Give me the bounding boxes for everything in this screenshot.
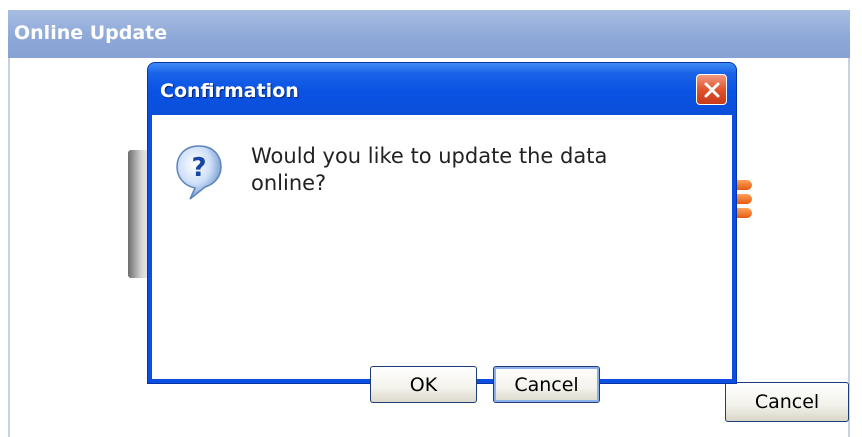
dialog-message: Would you like to update the data online… <box>251 144 608 195</box>
background-cancel-button[interactable]: Cancel <box>725 382 849 422</box>
svg-text:?: ? <box>191 153 206 183</box>
confirmation-dialog: Confirmation ? Would you like to update … <box>147 62 737 403</box>
window-border-right <box>848 58 850 437</box>
close-x-glyph <box>704 82 719 97</box>
dialog-body: ? Would you like to update the data onli… <box>152 115 732 403</box>
close-icon[interactable] <box>696 74 727 105</box>
window-border-left <box>8 58 10 437</box>
online-update-title: Online Update <box>14 22 168 44</box>
database-icon <box>736 180 752 222</box>
ok-button[interactable]: OK <box>370 366 477 403</box>
dialog-title: Confirmation <box>160 80 299 102</box>
cancel-button[interactable]: Cancel <box>493 366 600 403</box>
question-icon: ? <box>174 143 224 203</box>
